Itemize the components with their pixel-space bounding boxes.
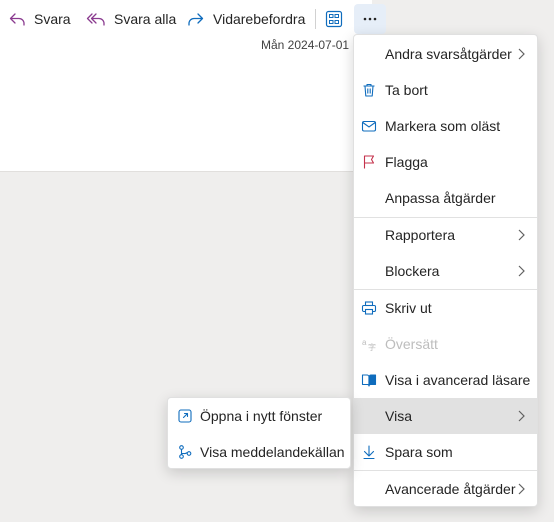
envelope-icon xyxy=(361,120,377,132)
chevron-right-icon xyxy=(518,48,525,60)
chevron-right-icon xyxy=(518,410,525,422)
printer-icon xyxy=(361,301,377,315)
menu-item-delete[interactable]: Ta bort xyxy=(354,72,537,108)
grid-view-icon xyxy=(325,10,343,28)
menu-item-label: Rapportera xyxy=(385,227,456,243)
menu-item-advanced-actions[interactable]: Avancerade åtgärder xyxy=(354,471,537,507)
reply-label: Svara xyxy=(34,11,71,27)
chevron-right-icon xyxy=(518,483,525,495)
open-in-new-window-icon xyxy=(178,409,192,423)
svg-text:a: a xyxy=(362,338,367,347)
translate-icon: a 字 xyxy=(362,338,376,352)
menu-item-mark-unread[interactable]: Markera som oläst xyxy=(354,108,537,144)
submenu-item-label: Öppna i nytt fönster xyxy=(200,408,323,424)
forward-button[interactable]: Vidarebefordra xyxy=(187,4,305,34)
reply-button[interactable]: Svara xyxy=(8,4,71,34)
menu-item-immersive-reader[interactable]: Visa i avancerad läsare xyxy=(354,362,537,398)
view-source-icon xyxy=(179,445,192,459)
immersive-view-button[interactable] xyxy=(318,4,350,34)
menu-item-label: Flagga xyxy=(385,154,428,170)
menu-item-label: Andra svarsåtgärder xyxy=(385,46,512,62)
menu-item-label: Visa i avancerad läsare xyxy=(385,372,531,388)
download-icon xyxy=(363,445,375,460)
message-date: Mån 2024-07-01 xyxy=(261,38,350,52)
reply-icon xyxy=(9,13,25,26)
submenu-item-open-new-window[interactable]: Öppna i nytt fönster xyxy=(168,398,350,434)
submenu-item-view-source[interactable]: Visa meddelandekällan xyxy=(168,434,350,470)
menu-item-label: Ta bort xyxy=(385,82,428,98)
svg-text:字: 字 xyxy=(368,342,376,352)
reply-all-label: Svara alla xyxy=(114,11,177,27)
view-submenu: Öppna i nytt fönster Visa meddelandekäll… xyxy=(167,397,351,469)
reply-all-button[interactable]: Svara alla xyxy=(86,4,176,34)
menu-item-label: Översätt xyxy=(385,336,438,352)
menu-item-label: Anpassa åtgärder xyxy=(385,190,496,206)
menu-item-label: Visa xyxy=(385,408,412,424)
more-actions-button[interactable] xyxy=(354,4,386,34)
more-icon xyxy=(363,17,377,21)
immersive-reader-icon xyxy=(361,374,377,387)
menu-item-label: Skriv ut xyxy=(385,300,432,316)
menu-item-save-as[interactable]: Spara som xyxy=(354,434,537,470)
menu-item-label: Markera som oläst xyxy=(385,118,501,134)
menu-item-label: Avancerade åtgärder xyxy=(385,481,516,497)
chevron-right-icon xyxy=(518,229,525,241)
message-toolbar: Svara Svara alla Vidarebefordra xyxy=(0,0,390,38)
forward-icon xyxy=(188,13,204,26)
reading-pane: Svara Svara alla Vidarebefordra Mån 2024… xyxy=(0,0,386,172)
menu-item-print[interactable]: Skriv ut xyxy=(354,290,537,326)
menu-item-label: Blockera xyxy=(385,263,440,279)
menu-item-translate[interactable]: a 字 Översätt xyxy=(354,326,537,362)
menu-item-report[interactable]: Rapportera xyxy=(354,217,537,253)
chevron-right-icon xyxy=(518,265,525,277)
trash-icon xyxy=(363,83,375,97)
menu-item-view[interactable]: Visa xyxy=(354,398,537,434)
menu-item-customize-actions[interactable]: Anpassa åtgärder xyxy=(354,180,537,216)
submenu-item-label: Visa meddelandekällan xyxy=(200,444,345,460)
toolbar-divider xyxy=(315,9,316,29)
more-actions-menu: Andra svarsåtgärder Ta bort Markera som … xyxy=(353,34,538,507)
reply-all-icon xyxy=(86,13,105,26)
forward-label: Vidarebefordra xyxy=(213,11,306,27)
menu-item-block[interactable]: Blockera xyxy=(354,253,537,289)
flag-icon xyxy=(363,155,375,169)
menu-item-other-reply-actions[interactable]: Andra svarsåtgärder xyxy=(354,36,537,72)
menu-item-label: Spara som xyxy=(385,444,453,460)
menu-item-flag[interactable]: Flagga xyxy=(354,144,537,180)
